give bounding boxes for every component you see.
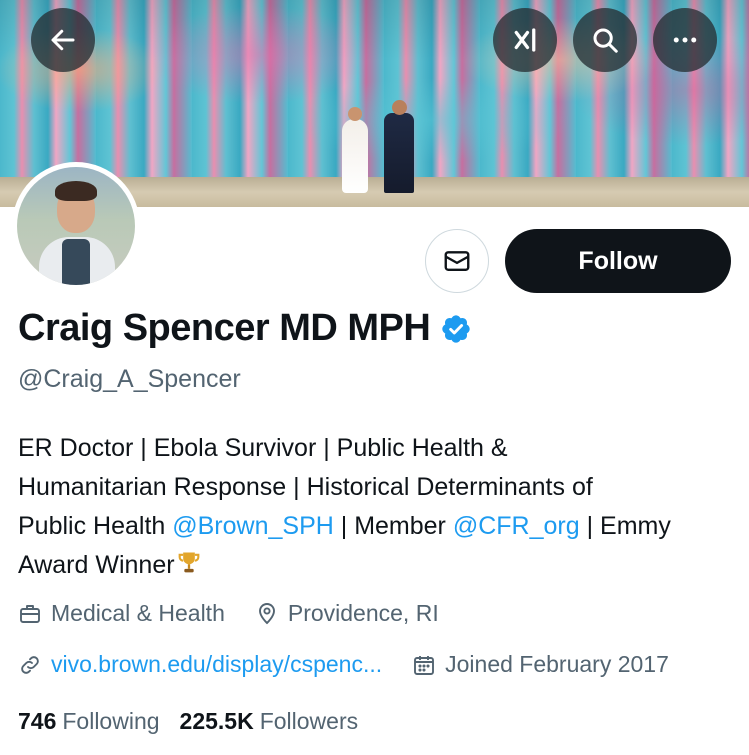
following-stat[interactable]: 746 Following xyxy=(18,708,160,735)
profile-meta-row: vivo.brown.edu/display/cspenc... Joined … xyxy=(18,651,669,678)
briefcase-icon xyxy=(20,604,40,623)
more-horizontal-icon xyxy=(673,37,697,43)
bio-line: Humanitarian Response | Historical Deter… xyxy=(18,473,593,501)
more-options-button[interactable] xyxy=(653,8,717,72)
trophy-icon xyxy=(178,552,199,573)
avatar[interactable] xyxy=(12,162,140,290)
verified-badge-icon[interactable] xyxy=(440,313,472,345)
location: Providence, RI xyxy=(255,600,439,627)
avatar-shirt xyxy=(62,239,90,285)
message-button[interactable] xyxy=(425,229,489,293)
bio-line: Award Winner xyxy=(18,546,738,585)
website[interactable]: vivo.brown.edu/display/cspenc... xyxy=(18,651,382,678)
website-link[interactable]: vivo.brown.edu/display/cspenc... xyxy=(51,651,382,678)
envelope-icon xyxy=(444,251,470,271)
bio-line: ER Doctor | Ebola Survivor | Public Heal… xyxy=(18,434,508,462)
bio-text: | Member xyxy=(333,512,453,540)
location-pin-icon xyxy=(258,602,275,624)
search-button[interactable] xyxy=(573,8,637,72)
following-label: Following xyxy=(62,708,160,734)
calendar-icon xyxy=(414,655,435,675)
follow-button[interactable]: Follow xyxy=(505,229,731,293)
avatar-photo xyxy=(17,167,135,285)
category: Medical & Health xyxy=(18,600,225,627)
bio-line: Public Health @Brown_SPH | Member @CFR_o… xyxy=(18,507,738,546)
category-label: Medical & Health xyxy=(51,600,225,626)
back-button[interactable] xyxy=(31,8,95,72)
avatar-hair xyxy=(55,181,97,201)
banner-groom-head xyxy=(392,100,407,115)
link-icon xyxy=(21,655,39,674)
followers-count: 225.5K xyxy=(179,708,254,734)
location-label: Providence, RI xyxy=(287,600,439,626)
banner-bride-head xyxy=(348,107,362,121)
followers-label: Followers xyxy=(259,708,359,734)
mention-brown-sph[interactable]: @Brown_SPH xyxy=(172,512,334,540)
following-count: 746 xyxy=(18,708,57,734)
handle: @Craig_A_Spencer xyxy=(18,365,241,393)
bio-text: Public Health xyxy=(18,512,173,540)
banner-bride-figure xyxy=(342,119,368,193)
display-name-row: Craig Spencer MD MPH xyxy=(18,307,472,350)
arrow-left-icon xyxy=(51,29,75,51)
joined-date: Joined February 2017 xyxy=(412,651,669,678)
bio-text: Award Winner xyxy=(18,551,175,579)
followers-stat[interactable]: 225.5K Followers xyxy=(180,708,359,735)
grok-button[interactable] xyxy=(493,8,557,72)
banner-groom-figure xyxy=(384,113,414,193)
profile-meta-row: Medical & Health Providence, RI xyxy=(18,600,439,627)
bio: ER Doctor | Ebola Survivor | Public Heal… xyxy=(18,429,738,585)
follow-stats: 746 Following 225.5K Followers xyxy=(18,708,358,735)
joined-label: Joined February 2017 xyxy=(445,651,669,677)
mention-cfr-org[interactable]: @CFR_org xyxy=(453,512,580,540)
bio-text: | Emmy xyxy=(579,512,671,540)
search-icon xyxy=(593,28,618,53)
display-name: Craig Spencer MD MPH xyxy=(18,307,431,349)
grok-icon xyxy=(514,28,536,52)
